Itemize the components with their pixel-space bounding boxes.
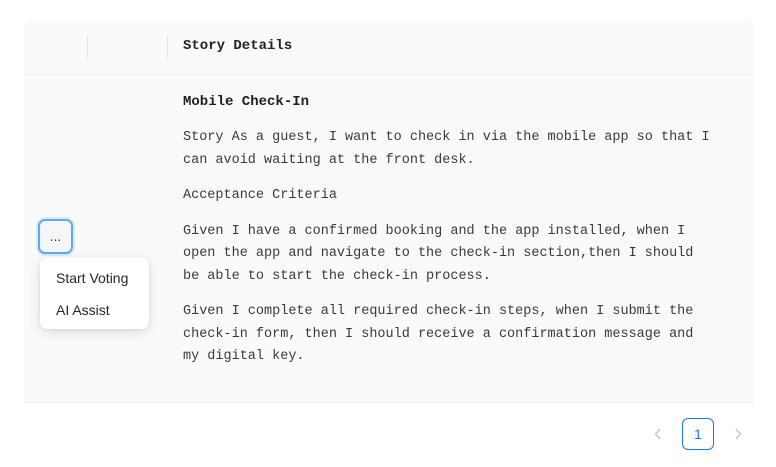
story-title: Mobile Check-In: [183, 94, 310, 110]
acceptance-criterion-2: Given I complete all required check-in s…: [183, 301, 743, 369]
criterion-line: my digital key.: [183, 349, 305, 364]
menu-item-start-voting[interactable]: Start Voting: [40, 262, 149, 294]
column-divider: [87, 36, 88, 58]
next-page-button[interactable]: [724, 418, 752, 450]
menu-item-ai-assist[interactable]: AI Assist: [40, 294, 149, 326]
story-description-line: Story As a guest, I want to check in via…: [183, 130, 710, 145]
story-details-cell: Mobile Check-In Story As a guest, I want…: [183, 93, 743, 382]
chevron-left-icon: [654, 428, 661, 440]
criterion-line: check-in form, then I should receive a c…: [183, 326, 694, 342]
acceptance-criteria-heading-text: Acceptance Criteria: [183, 188, 337, 203]
criterion-line: Given I have a confirmed booking and the…: [183, 223, 686, 239]
chevron-right-icon: [735, 428, 742, 440]
criterion-line: Given I complete all required check-in s…: [183, 304, 694, 319]
criterion-line: open the app and navigate to the check-i…: [183, 246, 694, 261]
more-actions-button[interactable]: ...: [38, 219, 73, 254]
criterion-line: be able to start the check-in process.: [183, 268, 491, 284]
actions-dropdown-menu: Start Voting AI Assist: [40, 258, 149, 329]
story-description-line: can avoid waiting at the front desk.: [183, 152, 475, 168]
prev-page-button[interactable]: [644, 418, 672, 450]
column-divider: [167, 36, 168, 58]
story-description: Story As a guest, I want to check in via…: [183, 127, 743, 172]
column-header-story-details: Story Details: [183, 38, 293, 54]
acceptance-criterion-1: Given I have a confirmed booking and the…: [183, 221, 743, 289]
table-header: Story Details: [24, 20, 754, 75]
acceptance-criteria-heading: Acceptance Criteria: [183, 185, 743, 208]
page-number-button[interactable]: 1: [682, 418, 714, 450]
story-table: Story Details Mobile Check-In Story As a…: [24, 20, 754, 403]
